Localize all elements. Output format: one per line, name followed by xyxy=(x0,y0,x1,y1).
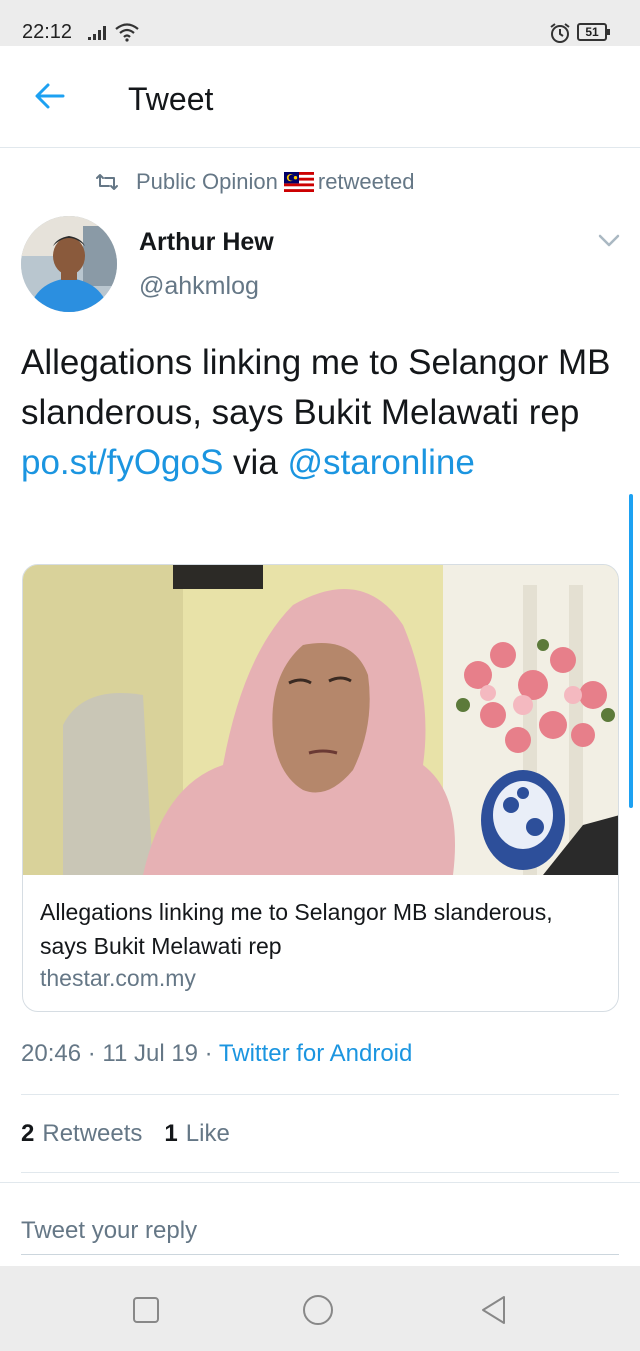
card-domain: thestar.com.my xyxy=(40,965,196,991)
signal-icon xyxy=(88,26,106,40)
system-nav-bar xyxy=(0,1266,640,1351)
likes-label: Like xyxy=(185,1120,230,1147)
status-time: 22:12 xyxy=(22,21,73,43)
chevron-down-icon[interactable] xyxy=(598,234,620,248)
tweet-date: 11 Jul 19 xyxy=(102,1040,199,1067)
tweet-link[interactable]: po.st/fyOgoS xyxy=(21,443,223,482)
likes-count: 1 xyxy=(164,1120,178,1147)
likes-stat[interactable]: 1 Like xyxy=(164,1120,229,1148)
arrow-left-icon[interactable] xyxy=(33,81,67,111)
battery-icon: 51 xyxy=(577,23,610,41)
tweet-text: Allegations linking me to Selangor MB sl… xyxy=(21,338,621,488)
wifi-icon xyxy=(115,23,139,42)
tweet-mention[interactable]: @staronline xyxy=(288,443,475,482)
retweet-icon xyxy=(96,174,118,190)
card-image xyxy=(23,565,618,875)
tweet-text-part: Allegations linking me to Selangor MB sl… xyxy=(21,343,611,432)
avatar-image xyxy=(21,216,117,312)
divider xyxy=(21,1094,619,1095)
alarm-icon xyxy=(550,23,570,43)
meta-separator: · xyxy=(198,1040,219,1067)
link-card[interactable]: Allegations linking me to Selangor MB sl… xyxy=(22,564,619,1012)
retweet-context[interactable]: Public Opinion retweeted xyxy=(94,168,415,196)
malaysia-flag-icon xyxy=(283,172,314,192)
back-triangle-icon[interactable] xyxy=(478,1294,510,1326)
avatar[interactable] xyxy=(21,216,117,312)
retweeter-name: Public Opinion xyxy=(136,169,278,194)
tweet-meta: 20:46 · 11 Jul 19 · Twitter for Android xyxy=(21,1040,412,1068)
page-title: Tweet xyxy=(128,81,214,117)
status-bar: 22:12 51 xyxy=(0,0,640,46)
tweet-time: 20:46 xyxy=(21,1040,82,1067)
card-title: Allegations linking me to Selangor MB sl… xyxy=(40,899,553,959)
retweets-label: Retweets xyxy=(42,1120,143,1147)
retweet-action: retweeted xyxy=(317,169,415,194)
reply-input[interactable] xyxy=(21,1207,619,1255)
divider xyxy=(21,1172,619,1173)
home-icon[interactable] xyxy=(302,1294,334,1326)
author-handle[interactable]: @ahkmlog xyxy=(139,272,259,301)
reply-area xyxy=(0,1182,640,1266)
retweets-count: 2 xyxy=(21,1120,35,1147)
app-bar: Tweet xyxy=(0,46,640,148)
tweet-source-link[interactable]: Twitter for Android xyxy=(219,1040,412,1067)
recent-apps-icon[interactable] xyxy=(130,1294,162,1326)
tweet-stats: 2 Retweets 1 Like xyxy=(21,1120,252,1148)
retweets-stat[interactable]: 2 Retweets xyxy=(21,1120,142,1148)
tweet-text-part: via xyxy=(223,443,288,482)
scrollbar[interactable] xyxy=(629,494,633,808)
meta-separator: · xyxy=(81,1040,103,1067)
author-name[interactable]: Arthur Hew xyxy=(139,228,274,257)
